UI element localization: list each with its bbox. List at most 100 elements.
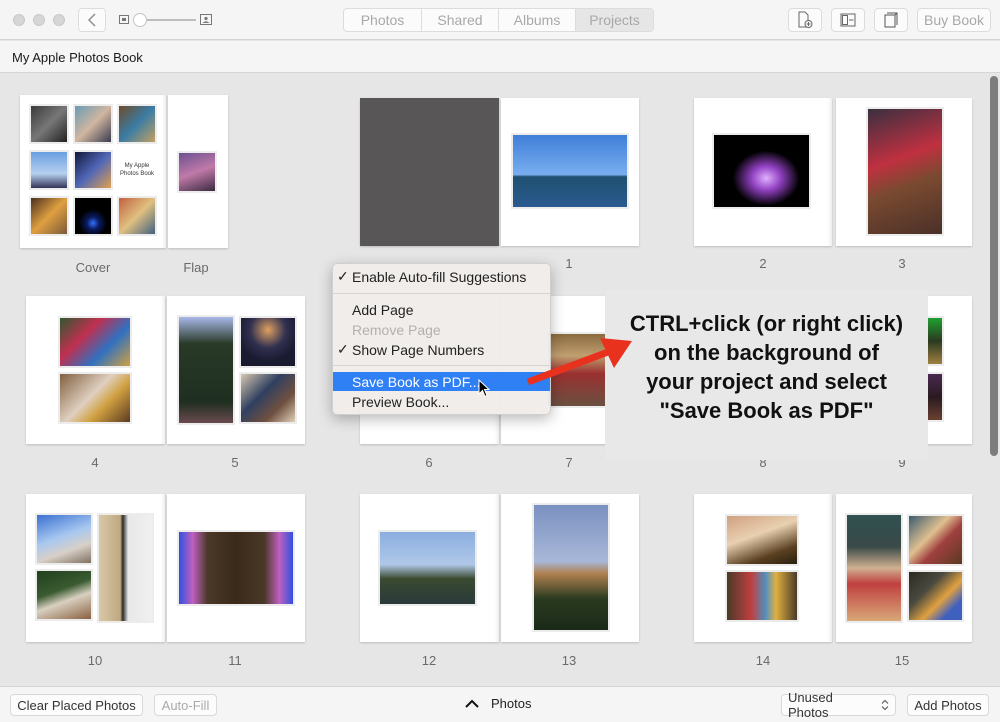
zoom-button[interactable] (53, 14, 65, 26)
cover-label: Cover (75, 260, 111, 275)
photo-slot[interactable] (511, 133, 629, 209)
page-1[interactable] (501, 98, 639, 246)
tab-photos[interactable]: Photos (344, 9, 422, 31)
page-label-10: 10 (87, 653, 103, 668)
large-photo-icon (200, 14, 212, 25)
photo-slot[interactable] (725, 514, 799, 566)
page-11[interactable] (167, 494, 305, 642)
book-options-button[interactable] (874, 8, 908, 32)
close-button[interactable] (13, 14, 25, 26)
vertical-scrollbar[interactable] (990, 76, 998, 456)
clear-placed-photos-button[interactable]: Clear Placed Photos (10, 694, 143, 716)
photo-slot[interactable] (712, 133, 811, 209)
photos-drawer-toggle[interactable]: Photos (465, 696, 531, 711)
page-10[interactable] (26, 494, 165, 642)
zoom-slider-knob[interactable] (133, 13, 147, 27)
photo-slot[interactable] (378, 530, 477, 606)
inside-cover-page[interactable] (360, 98, 499, 246)
menu-item-label: Show Page Numbers (352, 341, 485, 358)
photo-slot[interactable] (866, 107, 944, 236)
photo-slot[interactable] (58, 316, 132, 368)
minimize-button[interactable] (33, 14, 45, 26)
cover-title-text[interactable]: My Apple Photos Book (117, 162, 157, 178)
menu-item-label: Add Page (352, 301, 414, 318)
page-4[interactable] (26, 296, 165, 444)
checkmark-icon: ✓ (337, 268, 349, 284)
photo-slot[interactable] (73, 150, 113, 190)
photo-slot[interactable] (35, 569, 93, 621)
photo-slot[interactable] (58, 372, 132, 424)
page-13[interactable] (501, 494, 639, 642)
callout-line-4: "Save Book as PDF" (659, 398, 874, 423)
photo-slot[interactable] (239, 316, 297, 368)
tab-albums[interactable]: Albums (499, 9, 576, 31)
photo-slot[interactable] (907, 570, 964, 622)
tab-shared[interactable]: Shared (422, 9, 499, 31)
chevron-up-icon (465, 699, 479, 708)
photo-slot[interactable] (177, 530, 295, 606)
photo-slot[interactable] (29, 150, 69, 190)
photo-slot[interactable] (73, 196, 113, 236)
callout-line-2: on the background of (654, 340, 879, 365)
photos-toggle-label: Photos (491, 696, 532, 711)
flap-page[interactable] (168, 95, 228, 248)
photo-slot[interactable] (907, 514, 964, 566)
add-photos-button[interactable]: Add Photos (907, 694, 989, 716)
view-tabs: Photos Shared Albums Projects (343, 8, 654, 32)
context-menu: ✓ Enable Auto-fill Suggestions Add Page … (332, 263, 551, 415)
page-label-7: 7 (565, 455, 573, 470)
page-14[interactable] (694, 494, 832, 642)
red-arrow-icon (526, 338, 632, 386)
page-label-11: 11 (228, 653, 242, 668)
menu-item-enable-autofill[interactable]: ✓ Enable Auto-fill Suggestions (333, 267, 550, 286)
chevron-left-icon (88, 13, 96, 27)
photo-slot[interactable] (29, 196, 69, 236)
zoom-slider-track[interactable] (140, 19, 196, 21)
buy-book-button[interactable]: Buy Book (917, 8, 991, 32)
menu-item-add-page[interactable]: Add Page (333, 300, 550, 319)
small-photo-icon (119, 15, 129, 24)
page-label-4: 4 (91, 455, 99, 470)
tab-projects[interactable]: Projects (576, 9, 653, 31)
page-label-6: 6 (425, 455, 433, 470)
menu-item-save-book-as-pdf[interactable]: Save Book as PDF... (333, 372, 550, 391)
photo-slot[interactable] (177, 315, 235, 425)
photo-slot[interactable] (35, 513, 93, 565)
page-label-5: 5 (231, 455, 239, 470)
menu-separator (333, 293, 550, 294)
photo-slot[interactable] (97, 513, 154, 623)
page-label-15: 15 (894, 653, 910, 668)
add-page-button[interactable] (788, 8, 822, 32)
photo-slot[interactable] (117, 196, 157, 236)
menu-item-label: Preview Book... (352, 393, 450, 410)
project-title: My Apple Photos Book (12, 50, 143, 65)
page-label-13: 13 (561, 653, 577, 668)
photo-slot[interactable] (725, 570, 799, 622)
photo-slot[interactable] (532, 503, 610, 632)
cover-page[interactable]: My Apple Photos Book (20, 95, 166, 248)
photo-slot[interactable] (117, 104, 157, 144)
menu-item-show-page-numbers[interactable]: ✓ Show Page Numbers (333, 340, 550, 359)
page-5[interactable] (167, 296, 305, 444)
flap-label: Flap (183, 260, 209, 275)
page-3[interactable] (836, 98, 972, 246)
menu-item-preview-book[interactable]: Preview Book... (333, 392, 550, 411)
photo-slot[interactable] (177, 151, 217, 193)
photo-slot[interactable] (29, 104, 69, 144)
photo-slot[interactable] (845, 513, 903, 623)
layout-button[interactable] (831, 8, 865, 32)
menu-item-label: Save Book as PDF... (352, 373, 481, 390)
menu-item-label: Enable Auto-fill Suggestions (352, 268, 527, 285)
page-12[interactable] (360, 494, 499, 642)
instruction-callout: CTRL+click (or right click) on the backg… (605, 290, 928, 460)
page-label-14: 14 (755, 653, 771, 668)
unused-photos-select[interactable]: Unused Photos (781, 690, 896, 720)
mouse-cursor-icon (478, 379, 490, 398)
page-15[interactable] (836, 494, 972, 642)
photo-slot[interactable] (73, 104, 113, 144)
page-2[interactable] (694, 98, 832, 246)
back-button[interactable] (78, 8, 106, 32)
callout-line-1: CTRL+click (or right click) (629, 311, 904, 336)
photo-slot[interactable] (239, 372, 297, 424)
page-label-2: 2 (759, 256, 767, 271)
